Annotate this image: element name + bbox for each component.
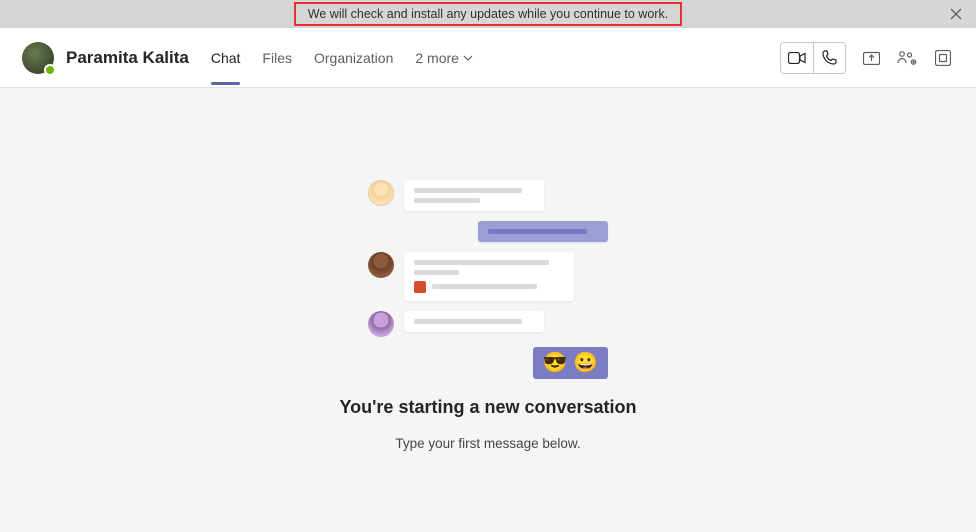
attachment-icon — [414, 281, 426, 293]
illus-avatar-icon — [368, 180, 394, 206]
popout-chat-button[interactable] — [932, 47, 954, 69]
illus-emoji-bubble: 😎 😀 — [533, 347, 608, 379]
add-people-button[interactable] — [896, 47, 918, 69]
contact-avatar[interactable] — [22, 42, 54, 74]
chevron-down-icon — [463, 55, 473, 61]
tab-organization[interactable]: Organization — [314, 32, 393, 84]
tab-more-label: 2 more — [415, 50, 459, 66]
video-call-button[interactable] — [781, 43, 813, 73]
empty-state-subline: Type your first message below. — [395, 436, 580, 451]
tab-more[interactable]: 2 more — [415, 32, 473, 84]
conversation-illustration: 😎 😀 — [368, 180, 608, 379]
people-add-icon — [897, 50, 917, 66]
tab-chat[interactable]: Chat — [211, 32, 241, 84]
chat-tabs: Chat Files Organization 2 more — [211, 32, 473, 84]
video-icon — [788, 52, 806, 64]
header-actions — [780, 42, 954, 74]
close-icon — [950, 8, 962, 20]
call-button-group — [780, 42, 846, 74]
phone-icon — [822, 50, 837, 65]
popout-icon — [935, 50, 951, 66]
empty-state-headline: You're starting a new conversation — [339, 397, 636, 418]
presence-available-icon — [44, 64, 56, 76]
illus-avatar-icon — [368, 311, 394, 337]
audio-call-button[interactable] — [813, 43, 845, 73]
share-screen-icon — [863, 50, 880, 65]
close-notification-button[interactable] — [946, 4, 966, 24]
contact-name: Paramita Kalita — [66, 48, 189, 68]
chat-header: Paramita Kalita Chat Files Organization … — [0, 28, 976, 88]
update-notification-text: We will check and install any updates wh… — [294, 2, 682, 26]
share-screen-button[interactable] — [860, 47, 882, 69]
illus-avatar-icon — [368, 252, 394, 278]
update-notification-bar: We will check and install any updates wh… — [0, 0, 976, 28]
chat-empty-state: 😎 😀 You're starting a new conversation T… — [0, 88, 976, 532]
tab-files[interactable]: Files — [262, 32, 292, 84]
